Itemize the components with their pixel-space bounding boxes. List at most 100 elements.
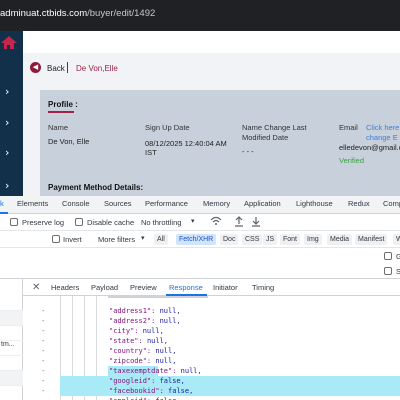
profile-heading: Profile : <box>48 100 78 109</box>
throttling-select[interactable]: No throttling <box>141 218 181 227</box>
email-verified-status: Verified <box>339 156 365 165</box>
url-text[interactable]: adminuat.ctbids.com/buyer/edit/1492 <box>0 8 155 19</box>
filter-js[interactable]: JS <box>263 234 278 245</box>
back-arrow-icon[interactable]: ◀ <box>30 62 41 73</box>
request-row[interactable] <box>0 356 23 371</box>
json-key: "address2": <box>109 317 160 325</box>
json-value: null, <box>155 347 177 355</box>
email-label: Email <box>339 123 358 132</box>
json-value: null, <box>180 367 202 375</box>
request-row[interactable]: tm... <box>0 341 23 356</box>
json-value: null, <box>155 357 177 365</box>
email-change-link-2[interactable]: change E <box>366 133 398 143</box>
close-icon[interactable]: ✕ <box>32 282 40 293</box>
preserve-log-checkbox[interactable] <box>10 218 18 226</box>
network-options-area <box>0 248 400 279</box>
diff-marker: - <box>42 366 45 375</box>
sidebar-expand-icon[interactable]: › <box>5 146 17 159</box>
request-row[interactable] <box>0 326 23 341</box>
response-json-line: "facebookid": false, <box>109 387 193 395</box>
diff-marker: - <box>42 376 45 385</box>
filter-css[interactable]: CSS <box>242 234 263 245</box>
upload-icon[interactable] <box>234 216 244 227</box>
disable-cache-checkbox[interactable] <box>75 218 83 226</box>
name-label: Name <box>48 123 69 132</box>
devtools-tab-bar <box>0 196 400 214</box>
url-path: /buyer/edit/1492 <box>87 8 156 19</box>
sidebar-expand-icon[interactable]: › <box>5 179 17 192</box>
tab-performance[interactable]: Performance <box>145 199 188 208</box>
response-json-line: "country": null, <box>109 347 176 355</box>
tab-memory[interactable]: Memory <box>203 199 230 208</box>
filter-doc[interactable]: Doc <box>220 234 239 245</box>
chevron-down-icon[interactable]: ▾ <box>191 217 195 225</box>
invert-checkbox[interactable] <box>52 235 60 243</box>
request-detail-tabs <box>23 279 400 296</box>
signup-date-label: Sign Up Date <box>145 123 190 132</box>
response-json-line: "googleid": false, <box>109 377 185 385</box>
signup-date-tz: IST <box>145 148 157 157</box>
signup-date-value: 08/12/2025 12:40:04 AM <box>145 139 227 148</box>
option-checkbox[interactable] <box>384 267 392 275</box>
json-key: "zipcode": <box>109 357 156 365</box>
back-button[interactable]: Back <box>47 64 65 73</box>
sidebar-expand-icon[interactable]: › <box>5 85 17 98</box>
option-checkbox[interactable] <box>384 252 392 260</box>
tab-components[interactable]: Comp <box>383 199 400 208</box>
json-key: "taxexemptdate": <box>109 367 181 375</box>
disable-cache-label: Disable cache <box>87 218 135 227</box>
tab-preview[interactable]: Preview <box>130 283 157 292</box>
filter-all[interactable]: All <box>154 234 168 245</box>
tab-application[interactable]: Application <box>244 199 281 208</box>
response-json-line: "state": null, <box>109 337 168 345</box>
tab-payload[interactable]: Payload <box>91 283 118 292</box>
app-sidebar <box>0 31 23 196</box>
sidebar-expand-icon[interactable]: › <box>5 116 17 129</box>
name-change-label-2: Modified Date <box>242 133 289 142</box>
filter-img[interactable]: Img <box>304 234 322 245</box>
json-value: false, <box>168 387 194 395</box>
json-value: false, <box>159 377 185 385</box>
response-json-line: "city": null, <box>109 327 164 335</box>
more-filters-dropdown[interactable]: More filters <box>98 235 135 244</box>
tab-network[interactable]: k <box>0 199 4 208</box>
chevron-down-icon[interactable]: ▾ <box>141 234 145 242</box>
diff-marker: - <box>42 396 45 400</box>
url-host: adminuat.ctbids.com <box>0 8 88 19</box>
download-icon[interactable] <box>251 216 261 227</box>
json-key: "googleid": <box>109 377 160 385</box>
tab-timing[interactable]: Timing <box>252 283 274 292</box>
tab-headers[interactable]: Headers <box>51 283 79 292</box>
name-value: De Von, Elle <box>48 137 90 146</box>
diff-marker: - <box>42 326 45 335</box>
tab-console[interactable]: Console <box>62 199 90 208</box>
breadcrumb-divider <box>67 62 68 73</box>
email-change-link[interactable]: Click here <box>366 123 399 133</box>
filter-media[interactable]: Media <box>327 234 353 245</box>
tab-lighthouse[interactable]: Lighthouse <box>296 199 333 208</box>
name-change-label: Name Change Last <box>242 123 307 132</box>
invert-label: Invert <box>63 235 82 244</box>
diff-marker: - <box>42 306 45 315</box>
tab-redux[interactable]: Redux <box>348 199 370 208</box>
filter-font[interactable]: Font <box>280 234 301 245</box>
tab-sources[interactable]: Sources <box>104 199 132 208</box>
tab-response[interactable]: Response <box>169 283 203 292</box>
filter-manifest[interactable]: Manifest <box>355 234 388 245</box>
filter-fetch-xhr[interactable]: Fetch/XHR <box>176 234 217 245</box>
diff-marker: - <box>42 316 45 325</box>
tab-initiator[interactable]: Initiator <box>213 283 238 292</box>
diff-marker: - <box>42 386 45 395</box>
payment-method-heading: Payment Method Details: <box>48 183 144 192</box>
json-value: null, <box>159 317 181 325</box>
json-key: "facebookid": <box>109 387 169 395</box>
request-row[interactable] <box>0 371 23 386</box>
response-json-line: "address1": null, <box>109 307 181 315</box>
filter-ws[interactable]: W <box>393 234 400 245</box>
brand-logo-icon[interactable] <box>0 32 20 52</box>
request-row[interactable] <box>0 296 23 311</box>
tab-elements[interactable]: Elements <box>17 199 48 208</box>
diff-marker: - <box>42 346 45 355</box>
network-conditions-icon[interactable] <box>210 216 222 226</box>
request-row[interactable] <box>0 311 23 326</box>
